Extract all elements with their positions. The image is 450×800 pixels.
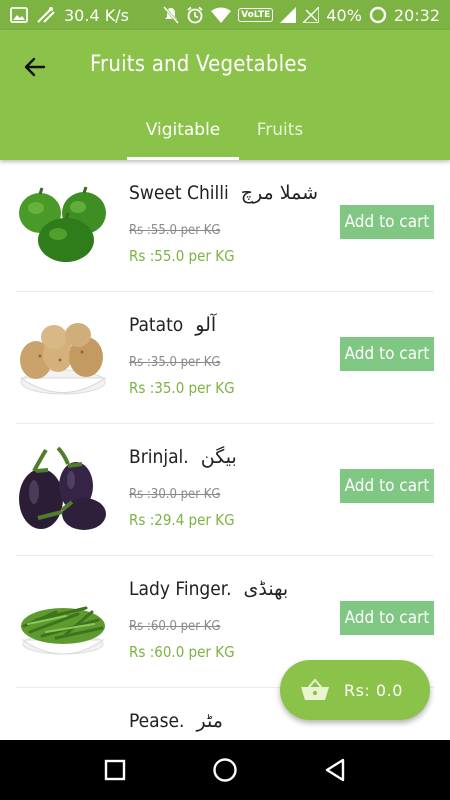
item-name: Brinjal. xyxy=(129,446,189,468)
price: Rs :55.0 per KG xyxy=(129,247,235,265)
item-name: Lady Finger. xyxy=(129,578,232,600)
potato-image xyxy=(16,312,111,402)
brinjal-image xyxy=(16,444,111,534)
clock: 20:32 xyxy=(393,5,440,25)
alarm-icon xyxy=(186,6,204,24)
list-item: Patato آلو Rs :35.0 per KG Rs :35.0 per … xyxy=(16,292,434,424)
gallery-notification-icon xyxy=(10,7,28,23)
item-name-urdu: شملا مرچ xyxy=(240,182,318,204)
name-row: Brinjal. بیگن xyxy=(129,446,237,468)
name-row: Pease. مٹر xyxy=(129,710,223,732)
price: Rs :35.0 per KG xyxy=(129,379,235,397)
no-sim-signal-icon xyxy=(303,7,320,23)
old-price: Rs :30.0 per KG xyxy=(129,487,221,502)
battery-icon xyxy=(369,6,387,24)
basket-icon xyxy=(301,678,329,700)
item-name-urdu: مٹر xyxy=(196,710,223,732)
list-item: Sweet Chilli شملا مرچ Rs :55.0 per KG Rs… xyxy=(16,160,434,292)
price: Rs :60.0 per KG xyxy=(129,643,235,661)
arrow-left-icon xyxy=(24,57,46,77)
cart-total: Rs: 0.0 xyxy=(344,680,403,700)
item-name-urdu: بیگن xyxy=(200,446,237,468)
home-button[interactable] xyxy=(205,750,245,790)
add-to-cart-button[interactable]: Add to cart xyxy=(340,337,434,371)
name-row: Lady Finger. بھنڈی xyxy=(129,578,288,600)
price: Rs :29.4 per KG xyxy=(129,511,235,529)
add-to-cart-button[interactable]: Add to cart xyxy=(340,469,434,503)
tab-fruits[interactable]: Fruits xyxy=(240,100,320,160)
name-row: Sweet Chilli شملا مرچ xyxy=(129,182,318,204)
app-screen: 30.4 K/s VoLTE 40% 20:32 Fruits and Vege… xyxy=(0,0,450,800)
network-speed: 30.4 K/s xyxy=(64,5,129,25)
item-name: Patato xyxy=(129,314,184,336)
item-name: Sweet Chilli xyxy=(129,182,229,204)
item-name: Pease. xyxy=(129,710,185,732)
product-list[interactable]: Sweet Chilli شملا مرچ Rs :55.0 per KG Rs… xyxy=(0,160,450,740)
old-price: Rs :55.0 per KG xyxy=(129,223,221,238)
status-bar: 30.4 K/s VoLTE 40% 20:32 xyxy=(0,0,450,30)
pease-image xyxy=(16,708,111,740)
old-price: Rs :60.0 per KG xyxy=(129,619,221,634)
lady-finger-image xyxy=(16,576,111,666)
add-to-cart-button[interactable]: Add to cart xyxy=(340,601,434,635)
volte-badge: VoLTE xyxy=(238,8,274,22)
sweet-chilli-image xyxy=(16,180,111,270)
square-icon xyxy=(104,759,126,781)
cart-button[interactable]: Rs: 0.0 xyxy=(280,660,430,720)
item-name-urdu: آلو xyxy=(195,314,217,336)
list-item: Brinjal. بیگن Rs :30.0 per KG Rs :29.4 p… xyxy=(16,424,434,556)
wifi-icon xyxy=(211,7,232,23)
item-name-urdu: بھنڈی xyxy=(243,578,289,600)
battery-percent: 40% xyxy=(326,5,362,25)
back-nav-button[interactable] xyxy=(315,750,355,790)
mute-icon xyxy=(163,6,180,24)
add-to-cart-button[interactable]: Add to cart xyxy=(340,205,434,239)
name-row: Patato آلو xyxy=(129,314,216,336)
system-nav-bar xyxy=(0,740,450,800)
app-notification-icon xyxy=(36,6,56,24)
back-button[interactable] xyxy=(18,50,52,84)
old-price: Rs :35.0 per KG xyxy=(129,355,221,370)
recents-button[interactable] xyxy=(95,750,135,790)
tab-vegetable[interactable]: Vigitable xyxy=(127,100,239,160)
app-bar: Fruits and Vegetables Vigitable Fruits xyxy=(0,30,450,160)
circle-icon xyxy=(213,758,237,782)
triangle-back-icon xyxy=(325,758,345,782)
page-title: Fruits and Vegetables xyxy=(90,52,308,77)
signal-icon xyxy=(280,7,297,23)
tab-bar: Vigitable Fruits xyxy=(0,100,450,160)
